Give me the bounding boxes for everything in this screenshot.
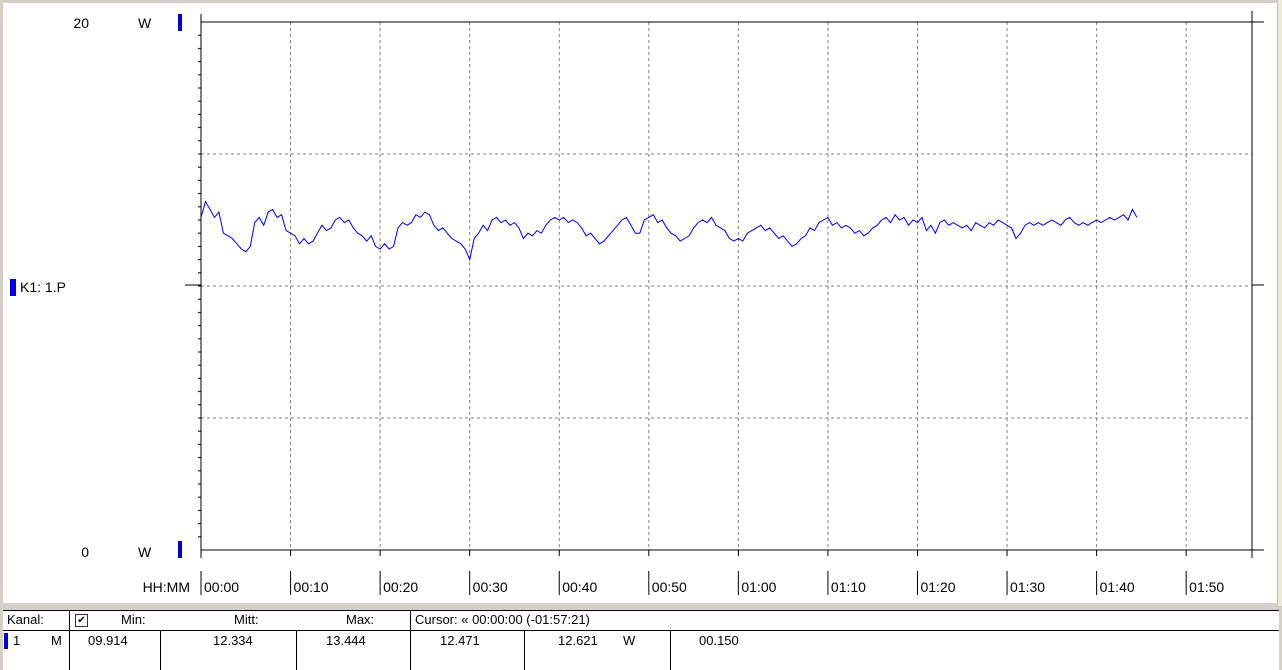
cursor-header: Cursor: « 00:00:00 (-01:57:21)	[415, 612, 590, 627]
x-tick-labels: 00:00 00:10 00:20 00:30 00:40 00:50 01:00 01:10…	[200, 571, 1224, 595]
mitt-header: Mitt:	[234, 612, 259, 627]
cursor-value-3: 00.150	[699, 633, 739, 648]
x-tick-label: 01:30	[1010, 579, 1045, 595]
x-tick-label: 01:00	[741, 579, 776, 595]
cursor-value-1: 12.471	[440, 633, 480, 648]
statistics-table: Kanal: ✔ Min: Mitt: Max: Cursor: « 00:00…	[3, 610, 1279, 670]
grid-lines	[201, 22, 1252, 550]
channel-color-marker	[4, 633, 8, 649]
col-divider	[670, 630, 671, 670]
min-value: 09.914	[88, 633, 128, 648]
x-axis-label: HH:MM	[143, 579, 190, 595]
max-header: Max:	[346, 612, 375, 627]
col-divider	[524, 630, 525, 670]
kanal-header: Kanal:	[7, 612, 44, 627]
plot-area[interactable]: 20 W 0 W K1: 1.P HH:MM 00:00 00:10 00:20 00…	[3, 3, 1278, 603]
x-tick-label: 00:30	[473, 579, 508, 595]
y-unit-label-top: W	[138, 15, 152, 31]
x-tick-label: 00:10	[294, 579, 329, 595]
mitt-value: 12.334	[213, 633, 253, 648]
axis-labels: 20 W 0 W K1: 1.P HH:MM	[10, 14, 190, 595]
x-tick-label: 01:50	[1189, 579, 1224, 595]
y-top-marker	[178, 14, 182, 31]
x-tick-label: 01:40	[1100, 579, 1135, 595]
channel-number: 1	[13, 633, 21, 648]
y-tick-label-bottom: 0	[81, 544, 89, 560]
y-unit-label-bottom: W	[138, 544, 152, 560]
x-tick-label: 01:20	[920, 579, 955, 595]
col-divider	[160, 630, 161, 670]
line-chart[interactable]: 20 W 0 W K1: 1.P HH:MM 00:00 00:10 00:20 00…	[3, 3, 1277, 603]
y-tick-label-top: 20	[73, 15, 89, 31]
col-divider	[296, 630, 297, 670]
table-top-border	[3, 610, 1279, 611]
x-tick-label: 00:40	[562, 579, 597, 595]
x-tick-label: 00:50	[652, 579, 687, 595]
channel-label: K1: 1.P	[20, 279, 66, 295]
x-tick-label: 00:00	[204, 579, 239, 595]
col-divider	[410, 610, 411, 670]
series-line-k1	[200, 200, 1138, 262]
channel-mode: M	[51, 633, 62, 648]
cursor-unit: W	[623, 633, 636, 648]
channel-visible-checkbox[interactable]: ✔	[75, 614, 88, 627]
x-tick-label: 00:20	[383, 579, 418, 595]
axes	[185, 11, 1264, 558]
table-row-divider	[3, 630, 1279, 631]
min-header: Min:	[121, 612, 146, 627]
cursor-value-2: 12.621	[558, 633, 598, 648]
chart-window: 20 W 0 W K1: 1.P HH:MM 00:00 00:10 00:20 00…	[0, 0, 1282, 670]
channel-color-marker	[10, 279, 16, 296]
x-tick-label: 01:10	[831, 579, 866, 595]
max-value: 13.444	[326, 633, 366, 648]
y-bottom-marker	[178, 541, 182, 558]
col-divider	[69, 610, 70, 670]
vertical-scrollbar[interactable]	[1278, 0, 1282, 606]
